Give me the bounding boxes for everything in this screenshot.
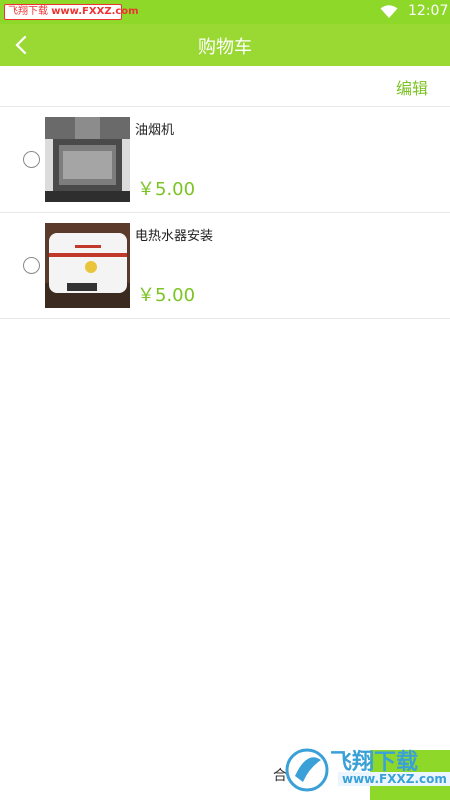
- watermark-url: www.FXXZ.com: [338, 772, 450, 786]
- watermark-url: www.FXXZ.com: [51, 6, 139, 17]
- cart-item: 油烟机 ￥5.00: [0, 107, 450, 213]
- edit-bar: 编辑: [0, 66, 450, 107]
- cart-list: 油烟机 ￥5.00 电热水器安装 ￥5.00: [0, 107, 450, 319]
- status-bar: 飞翔下载 www.FXXZ.com 12:07: [0, 0, 450, 24]
- page-title: 购物车: [198, 37, 252, 58]
- select-radio-button[interactable]: [23, 151, 40, 168]
- wifi-icon: [380, 5, 398, 18]
- range-hood-image[interactable]: [45, 117, 130, 202]
- item-price: ￥5.00: [137, 285, 196, 306]
- item-price: ￥5.00: [137, 179, 196, 200]
- edit-button[interactable]: 编辑: [396, 75, 428, 99]
- watermark-badge: 飞翔下载 www.FXXZ.com: [4, 4, 139, 20]
- water-heater-image[interactable]: [45, 223, 130, 308]
- watermark-brand: 飞翔下载: [8, 6, 48, 17]
- item-name[interactable]: 油烟机: [135, 119, 174, 138]
- clock: 12:07: [408, 3, 449, 19]
- select-radio-button[interactable]: [23, 257, 40, 274]
- cart-item: 电热水器安装 ￥5.00: [0, 213, 450, 319]
- item-name[interactable]: 电热水器安装: [135, 225, 213, 244]
- app-bar: 购物车: [0, 24, 450, 66]
